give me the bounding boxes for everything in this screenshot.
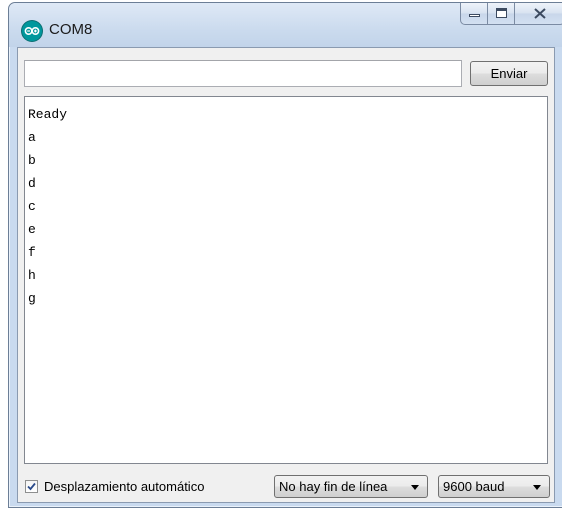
title-bar[interactable]: COM8 (9, 3, 562, 47)
serial-output[interactable]: Ready a b d c e f h g (24, 96, 548, 464)
line-ending-select[interactable]: No hay fin de línea (274, 475, 428, 498)
close-icon (534, 8, 546, 19)
line-ending-value: No hay fin de línea (279, 479, 388, 494)
minimize-button[interactable] (460, 3, 487, 25)
chevron-down-icon (533, 485, 541, 490)
output-line: g (28, 291, 36, 306)
output-line: a (28, 130, 36, 145)
output-line: f (28, 245, 36, 260)
serial-monitor-window: COM8 Enviar Ready a b d c e f h g Despla… (8, 2, 562, 508)
send-button[interactable]: Enviar (470, 61, 548, 86)
autoscroll-label: Desplazamiento automático (44, 478, 205, 494)
output-line: Ready (28, 107, 68, 122)
output-line: h (28, 268, 36, 283)
checkmark-icon (27, 482, 36, 490)
page: COM8 Enviar Ready a b d c e f h g Despla… (0, 0, 562, 510)
output-line: c (28, 199, 36, 214)
output-line: d (28, 176, 36, 191)
autoscroll-toggle[interactable]: Desplazamiento automático (25, 477, 204, 495)
status-bar: Desplazamiento automático No hay fin de … (24, 474, 550, 498)
arduino-icon (22, 21, 42, 41)
send-input[interactable] (24, 60, 462, 87)
client-area: Enviar Ready a b d c e f h g Desplazamie… (17, 47, 555, 503)
output-line: b (28, 153, 36, 168)
maximize-button[interactable] (487, 3, 514, 25)
chevron-down-icon (411, 485, 419, 490)
baud-rate-select[interactable]: 9600 baud (438, 475, 550, 498)
caption-buttons (460, 3, 562, 27)
output-line: e (28, 222, 36, 237)
close-button[interactable] (514, 3, 562, 25)
window-title: COM8 (49, 21, 93, 38)
baud-rate-value: 9600 baud (443, 479, 505, 494)
autoscroll-checkbox[interactable] (25, 479, 38, 493)
